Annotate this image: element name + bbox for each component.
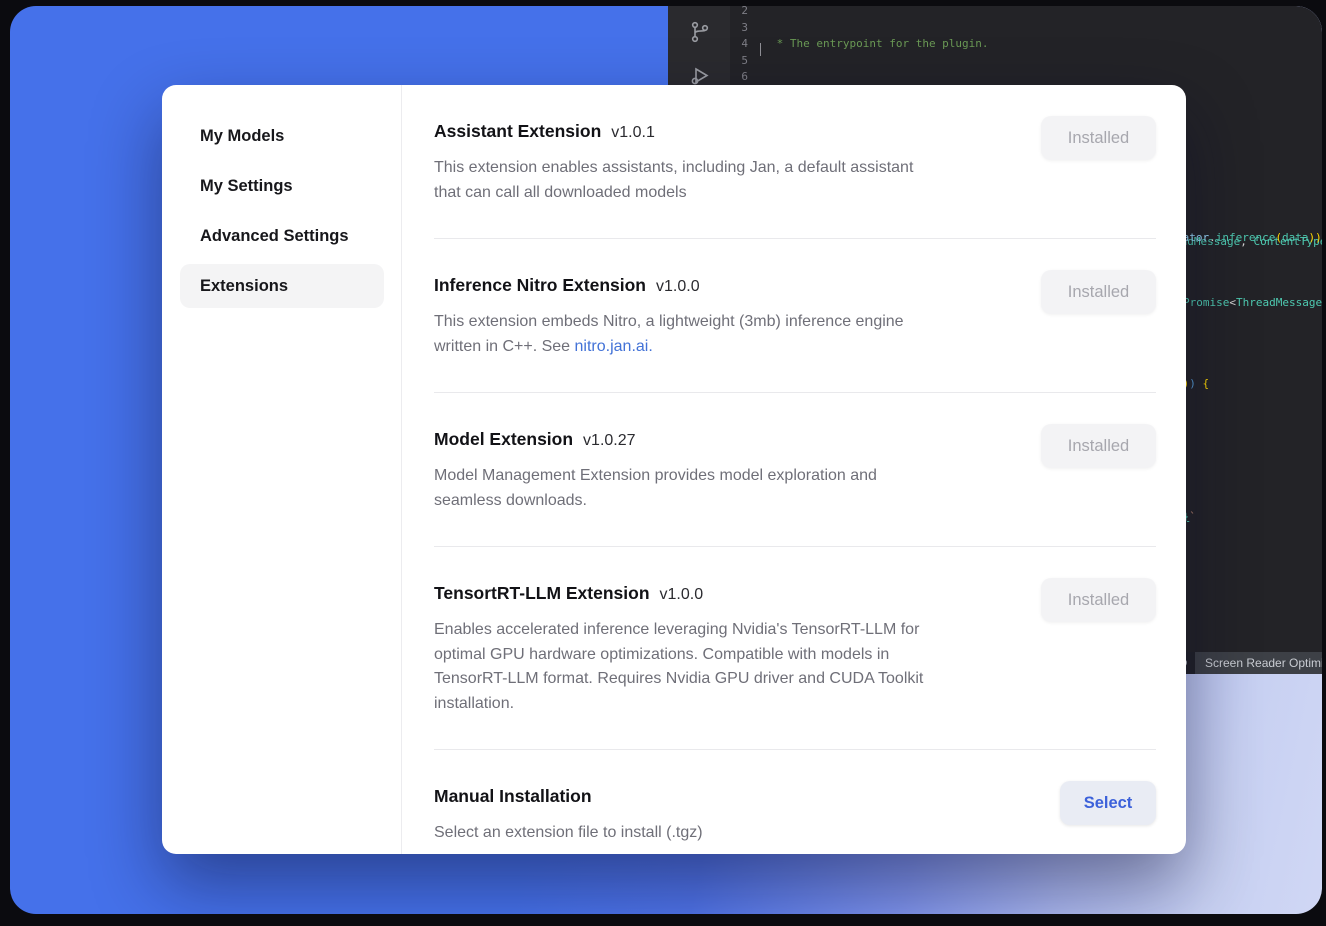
line-number: 2: [726, 6, 748, 20]
text-cursor: [760, 43, 761, 56]
extension-row-model: Model Extension v1.0.27 Model Management …: [434, 393, 1156, 547]
extension-version: v1.0.1: [611, 124, 655, 141]
extension-title: Inference Nitro Extension: [434, 275, 646, 295]
line-number: 6: [726, 69, 748, 86]
settings-sidebar: My Models My Settings Advanced Settings …: [162, 85, 402, 854]
installed-badge: Installed: [1041, 116, 1156, 160]
description-line: optimal GPU hardware optimizations. Comp…: [434, 643, 1024, 668]
description-line: This extension enables assistants, inclu…: [434, 156, 1024, 181]
installed-badge: Installed: [1041, 424, 1156, 468]
code-fragment: Promise<ThreadMessage>: [1183, 296, 1322, 310]
extension-description: This extension enables assistants, inclu…: [434, 156, 1024, 205]
extension-title: Model Extension: [434, 429, 573, 449]
line-number: 4: [726, 36, 748, 53]
extension-row-inference-nitro: Inference Nitro Extension v1.0.0 This ext…: [434, 239, 1156, 393]
settings-modal: My Models My Settings Advanced Settings …: [162, 85, 1186, 854]
description-line: that can call all downloaded models: [434, 181, 1024, 206]
extension-description: Enables accelerated inference leveraging…: [434, 618, 1024, 716]
extension-row-tensorrt-llm: TensortRT-LLM Extension v1.0.0 Enables ac…: [434, 547, 1156, 750]
extension-title: Assistant Extension: [434, 121, 601, 141]
extension-title: Manual Installation: [434, 786, 592, 806]
line-number: 5: [726, 53, 748, 70]
extension-title: TensortRT-LLM Extension: [434, 583, 650, 603]
code-line: * The entrypoint for the plugin.: [770, 36, 1322, 53]
sidebar-item-my-settings[interactable]: My Settings: [180, 164, 384, 208]
description-line: This extension embeds Nitro, a lightweig…: [434, 310, 1024, 335]
line-number-gutter: 2 3 4 5 6: [726, 6, 748, 86]
installed-badge: Installed: [1041, 578, 1156, 622]
code-fragment: rator.inference(data));: [1176, 231, 1322, 245]
description-text: written in C++. See: [434, 338, 575, 355]
hero-background: 2 3 4 5 6 * The entrypoint for the plugi…: [10, 6, 1322, 914]
description-line: seamless downloads.: [434, 489, 1024, 514]
extension-version: v1.0.0: [660, 586, 704, 603]
description-line: Model Management Extension provides mode…: [434, 464, 1024, 489]
extension-version: v1.0.27: [583, 432, 635, 449]
sidebar-item-advanced-settings[interactable]: Advanced Settings: [180, 214, 384, 258]
extension-description: This extension embeds Nitro, a lightweig…: [434, 310, 1024, 359]
extension-row-manual-installation: Manual Installation Select an extension …: [434, 750, 1156, 854]
screen-reader-status-item[interactable]: Screen Reader Optimize: [1195, 652, 1322, 674]
nitro-jan-ai-link[interactable]: nitro.jan.ai.: [575, 338, 653, 355]
sidebar-item-extensions[interactable]: Extensions: [180, 264, 384, 308]
description-line: TensorRT-LLM format. Requires Nvidia GPU…: [434, 667, 1024, 692]
description-line: Select an extension file to install (.tg…: [434, 821, 1024, 846]
sidebar-item-my-models[interactable]: My Models: [180, 114, 384, 158]
line-number: 3: [726, 20, 748, 37]
extensions-list: Assistant Extension v1.0.1 This extension…: [402, 85, 1186, 854]
extension-description: Model Management Extension provides mode…: [434, 464, 1024, 513]
extension-version: v1.0.0: [656, 278, 700, 295]
description-line: Enables accelerated inference leveraging…: [434, 618, 1024, 643]
description-line: installation.: [434, 692, 1024, 717]
installed-badge: Installed: [1041, 270, 1156, 314]
select-file-button[interactable]: Select: [1060, 781, 1156, 825]
description-line: written in C++. See nitro.jan.ai.: [434, 335, 1024, 360]
source-control-icon[interactable]: [688, 20, 712, 47]
extension-row-assistant: Assistant Extension v1.0.1 This extension…: [434, 85, 1156, 239]
extension-description: Select an extension file to install (.tg…: [434, 821, 1024, 846]
